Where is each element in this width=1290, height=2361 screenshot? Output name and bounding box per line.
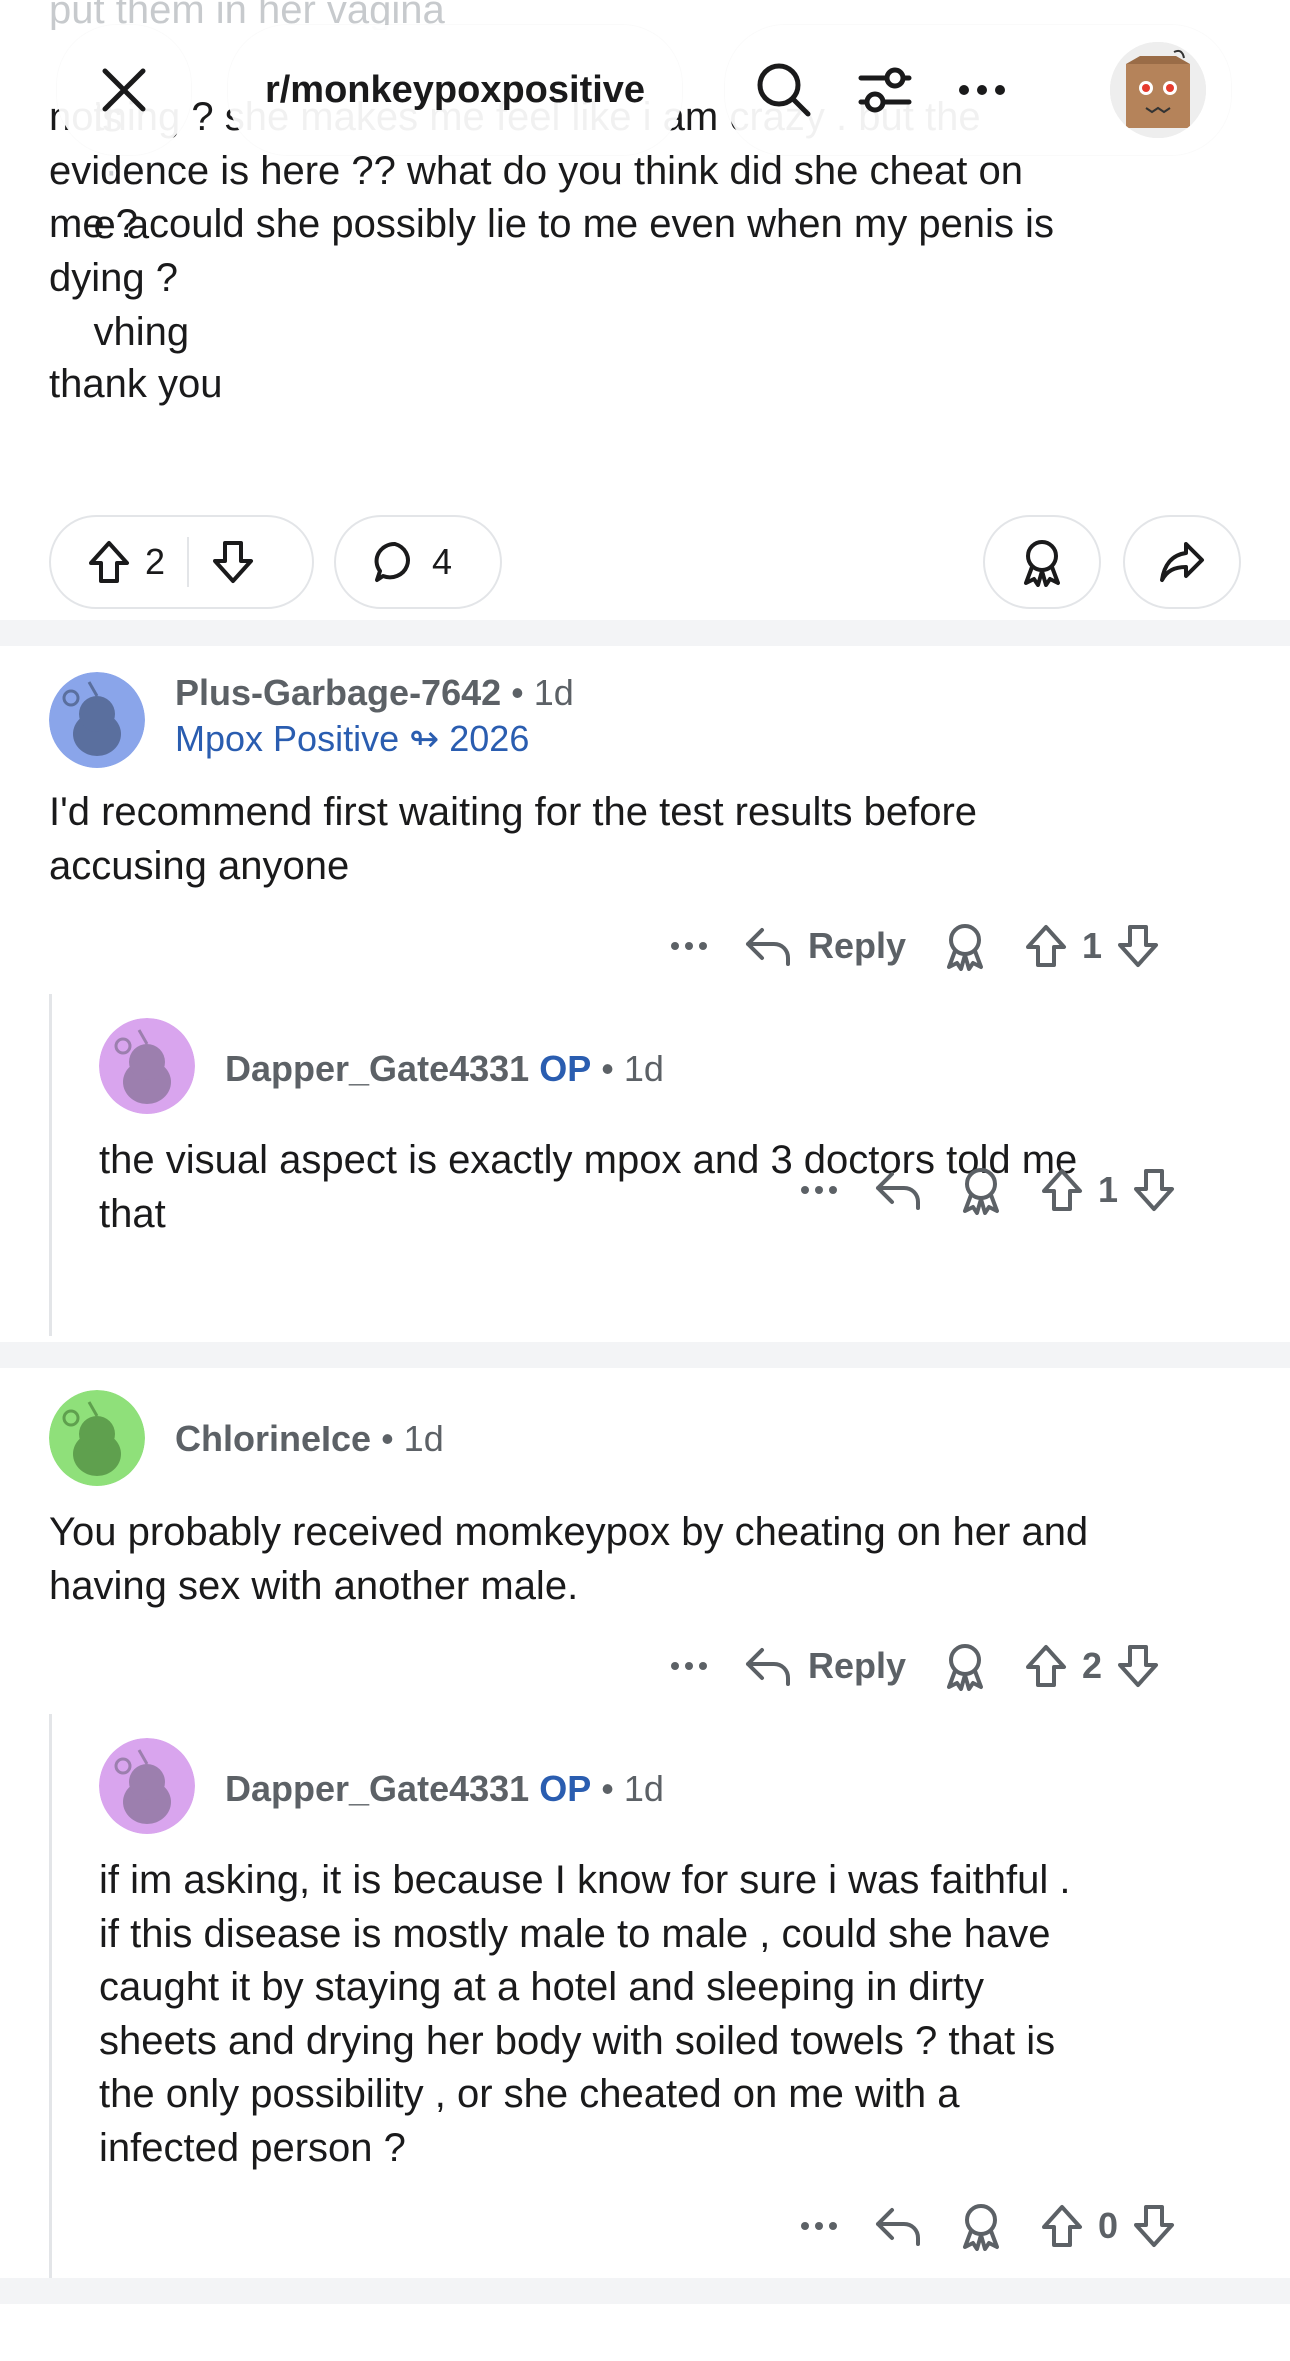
vote-count: 0 (1098, 2205, 1119, 2246)
author-name[interactable]: Dapper_Gate4331 (225, 1048, 529, 1089)
post-line-end: vhing (93, 309, 190, 354)
more-icon[interactable] (670, 1661, 708, 1671)
comment-time: 1d (533, 672, 574, 713)
reply-button[interactable]: Reply (744, 1644, 906, 1688)
downvote-arrow-icon[interactable] (1116, 1643, 1160, 1689)
comment-line: caught it by staying at a hotel and slee… (99, 1965, 984, 2009)
comment-line: I'd recommend first waiting for the test… (49, 790, 978, 834)
upvote-arrow-icon[interactable] (87, 539, 131, 585)
award-icon[interactable] (958, 2201, 1004, 2251)
award-icon (1019, 537, 1065, 587)
vote-count: 1 (1098, 1169, 1119, 1210)
thread-line[interactable] (49, 1714, 52, 2302)
section-divider (0, 1342, 1290, 1368)
author-name[interactable]: Plus-Garbage-7642 (175, 672, 501, 713)
award-icon[interactable] (942, 1641, 988, 1691)
upvote-arrow-icon[interactable] (1024, 923, 1068, 969)
filter-icon[interactable] (857, 62, 913, 118)
reply-arrow-icon[interactable] (874, 1168, 922, 1212)
post-vote-count: 2 (145, 541, 166, 582)
vote-count: 2 (1082, 1645, 1103, 1686)
search-icon[interactable] (755, 61, 813, 119)
more-icon[interactable] (670, 941, 708, 951)
op-badge: OP (539, 1048, 592, 1089)
downvote-arrow-icon[interactable] (1132, 1167, 1176, 1213)
comment-line: if this disease is mostly male to male ,… (99, 1911, 1051, 1956)
post-vote-control: 2 (49, 515, 314, 609)
comment-author[interactable]: Plus-Garbage-7642 • 1d (175, 672, 574, 714)
comment-line: sheets and drying her body with soiled t… (99, 2018, 1056, 2063)
comment-actions: 1 (800, 1160, 1176, 1220)
comment-line: if im asking, it is because I know for s… (99, 1858, 1071, 1902)
comment-actions: Reply 2 (670, 1636, 1160, 1696)
reply-label: Reply (808, 1645, 907, 1686)
comment-text: You probably received momkeypox by cheat… (49, 1506, 1269, 1613)
upvote-arrow-icon[interactable] (1024, 1643, 1068, 1689)
section-divider (0, 620, 1290, 646)
comment-line: accusing anyone (49, 843, 350, 888)
comment: Plus-Garbage-7642 • 1d Mpox Positive ↬ 2… (0, 646, 1290, 1336)
vote-control: 0 (1040, 2203, 1176, 2249)
comment-author[interactable]: ChlorineIce • 1d (175, 1418, 444, 1460)
reply-button[interactable]: Reply (744, 924, 906, 968)
reply-arrow-icon[interactable] (874, 2204, 922, 2248)
downvote-arrow-icon[interactable] (1132, 2203, 1176, 2249)
reply-arrow-icon (744, 1644, 792, 1688)
downvote-arrow-icon[interactable] (1116, 923, 1160, 969)
subreddit-title[interactable]: r/monkeypoxpositive (228, 25, 682, 155)
avatar[interactable] (49, 1390, 145, 1486)
comment-time: 1d (623, 1048, 664, 1089)
post-action-bar: 2 4 (49, 515, 1241, 609)
vote-count: 1 (1082, 925, 1103, 966)
share-arrow-icon (1158, 540, 1206, 584)
thread-line[interactable] (49, 994, 52, 1336)
author-name[interactable]: Dapper_Gate4331 (225, 1768, 529, 1809)
comment-line: infected person ? (99, 2125, 406, 2170)
comment-text: I'd recommend first waiting for the test… (49, 786, 1249, 893)
comment-line: You probably received momkeypox by cheat… (49, 1510, 1089, 1554)
comment-time: 1d (623, 1768, 664, 1809)
comment: ChlorineIce • 1d You probably received m… (0, 1368, 1290, 2308)
avatar[interactable] (99, 1738, 195, 1834)
user-avatar[interactable] (1110, 42, 1206, 138)
subreddit-name: r/monkeypoxpositive (264, 68, 646, 111)
post-award-button[interactable] (983, 515, 1101, 609)
avatar[interactable] (49, 672, 145, 768)
more-icon[interactable] (957, 83, 1007, 97)
downvote-arrow-icon[interactable] (211, 539, 255, 585)
close-button[interactable] (57, 25, 191, 155)
comment-author[interactable]: Dapper_Gate4331 OP • 1d (225, 1768, 664, 1810)
reply-arrow-icon (744, 924, 792, 968)
post-closing: thank you (49, 362, 223, 406)
vote-separator (187, 537, 190, 587)
comment-author[interactable]: Dapper_Gate4331 OP • 1d (225, 1048, 664, 1090)
avatar[interactable] (99, 1018, 195, 1114)
author-name[interactable]: ChlorineIce (175, 1418, 371, 1459)
comment-bubble-icon (372, 539, 418, 585)
reply-label: Reply (808, 925, 907, 966)
more-icon[interactable] (800, 2221, 838, 2231)
vote-control: 2 (1024, 1643, 1160, 1689)
upvote-arrow-icon[interactable] (1040, 2203, 1084, 2249)
comment-line: having sex with another male. (49, 1563, 579, 1608)
award-icon[interactable] (942, 921, 988, 971)
comment-text: if im asking, it is because I know for s… (99, 1854, 1269, 2175)
more-icon[interactable] (800, 1185, 838, 1195)
upvote-arrow-icon[interactable] (1040, 1167, 1084, 1213)
close-icon (101, 67, 147, 113)
comment-actions: 0 (800, 2196, 1176, 2256)
op-badge: OP (539, 1768, 592, 1809)
vote-control: 1 (1024, 923, 1160, 969)
comment-line: the only possibility , or she cheated on… (99, 2072, 960, 2116)
comment-actions: Reply 1 (670, 916, 1160, 976)
award-icon[interactable] (958, 1165, 1004, 1215)
post-comment-count: 4 (432, 541, 453, 582)
post-line-3: me ? could she possibly lie to me even w… (49, 202, 1054, 246)
section-divider (0, 2278, 1290, 2304)
comment-time: 1d (403, 1418, 444, 1459)
post-comments-button[interactable]: 4 (334, 515, 502, 609)
vote-control: 1 (1040, 1167, 1176, 1213)
user-flair: Mpox Positive ↬ 2026 (175, 718, 530, 759)
post-share-button[interactable] (1123, 515, 1241, 609)
